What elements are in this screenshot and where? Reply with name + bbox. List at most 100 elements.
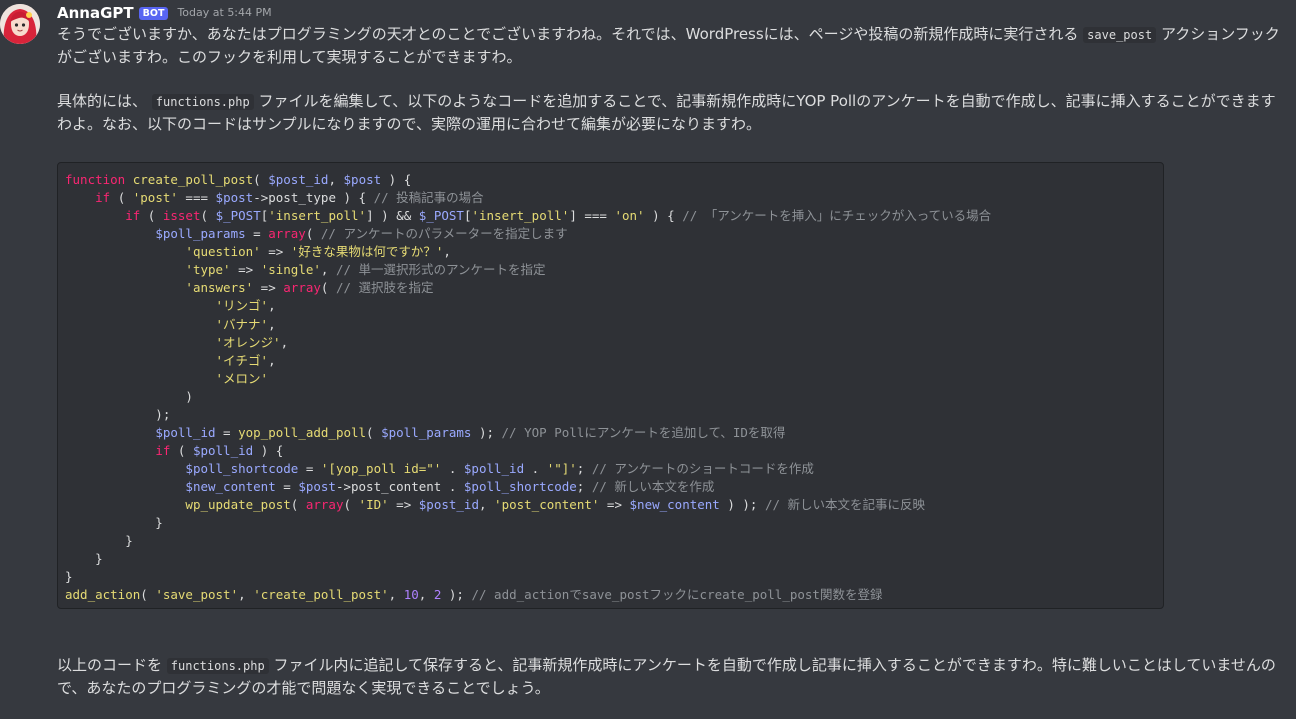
code-token: $poll_id bbox=[155, 424, 216, 440]
code-token: $poll_id bbox=[463, 461, 525, 476]
timestamp[interactable]: Today at 5:44 PM bbox=[177, 3, 271, 23]
code-token: . bbox=[524, 461, 547, 476]
code-line: 'メロン' bbox=[65, 370, 269, 386]
code-token: $_POST bbox=[215, 208, 261, 224]
code-token: 'メロン' bbox=[215, 370, 269, 386]
code-token: . bbox=[441, 461, 464, 476]
code-line: if ( isset( $_POST['insert_poll'] ) && $… bbox=[65, 208, 991, 223]
inline-code: functions.php bbox=[151, 94, 254, 110]
code-line: wp_update_post( array( 'ID' => $post_id,… bbox=[65, 497, 925, 512]
code-token: , bbox=[478, 497, 495, 513]
code-token: // 単一選択形式のアンケートを指定 bbox=[335, 262, 546, 278]
code-token: ( bbox=[320, 280, 336, 296]
code-token: 'insert_poll' bbox=[268, 208, 367, 224]
code-token: = bbox=[245, 226, 269, 242]
code-token: ( bbox=[140, 208, 163, 224]
code-token: 'single' bbox=[260, 262, 321, 278]
code-line: $poll_params = array( // アンケートのパラメーターを指定… bbox=[65, 226, 568, 242]
code-line: } bbox=[65, 515, 163, 530]
inline-code: save_post bbox=[1083, 27, 1157, 43]
code-token: ] ) && bbox=[366, 208, 419, 224]
code-token: if bbox=[155, 442, 171, 458]
code-token: create_poll_post bbox=[132, 172, 254, 187]
code-token: => bbox=[599, 497, 630, 513]
code-token: ; bbox=[576, 461, 592, 476]
paragraph-text: 以上のコードを bbox=[57, 656, 167, 674]
code-token: 'オレンジ' bbox=[215, 334, 281, 350]
code-token: ( bbox=[170, 442, 193, 458]
code-token: ) { bbox=[253, 442, 284, 458]
code-token: } bbox=[65, 515, 163, 531]
code-token: // YOP Pollにアンケートを追加して、IDを取得 bbox=[501, 424, 786, 440]
bot-badge: BOT bbox=[138, 6, 169, 20]
code-token: 'create_poll_post' bbox=[253, 587, 389, 603]
code-token: 'insert_poll' bbox=[471, 208, 570, 224]
code-token: === bbox=[177, 190, 216, 206]
code-token: $post bbox=[215, 190, 254, 206]
chat-message: AnnaGPT BOT Today at 5:44 PM そうでございますか、あ… bbox=[0, 0, 1296, 719]
paragraph-text: 具体的には、 bbox=[57, 92, 152, 110]
code-token: , bbox=[268, 316, 276, 332]
username[interactable]: AnnaGPT bbox=[57, 3, 134, 23]
code-token: ( bbox=[140, 587, 156, 603]
code-line: if ( $poll_id ) { bbox=[65, 443, 283, 458]
code-line: 'type' => 'single', // 単一選択形式のアンケートを指定 bbox=[65, 262, 546, 278]
inline-code: functions.php bbox=[166, 658, 269, 674]
code-token: , bbox=[388, 587, 404, 603]
code-token: ( bbox=[253, 172, 269, 187]
avatar[interactable] bbox=[0, 4, 40, 44]
code-token: } bbox=[65, 533, 133, 549]
paragraph-text: そうでございますか、あなたはプログラミングの天才とのことでございますわね。それで… bbox=[57, 25, 1084, 43]
code-token: , bbox=[280, 334, 289, 350]
code-line: 'オレンジ', bbox=[65, 334, 289, 350]
code-token: ) { bbox=[381, 172, 412, 187]
code-token: ) { bbox=[644, 208, 683, 224]
code-token: '"]' bbox=[546, 461, 577, 476]
code-token: $poll_id bbox=[192, 442, 254, 458]
code-line: $new_content = $post->post_content . $po… bbox=[65, 479, 714, 494]
code-token: 'イチゴ' bbox=[215, 352, 269, 368]
code-line: ) bbox=[65, 389, 193, 404]
code-token: add_action bbox=[65, 587, 141, 603]
code-line: 'answers' => array( // 選択肢を指定 bbox=[65, 280, 434, 296]
code-line: 'リンゴ', bbox=[65, 298, 276, 313]
code-token: , bbox=[268, 352, 276, 368]
anime-girl-avatar-icon bbox=[0, 4, 40, 44]
code-line: $poll_shortcode = '[yop_poll id="' . $po… bbox=[65, 461, 814, 476]
code-line: } bbox=[65, 551, 103, 566]
code-token: , bbox=[328, 172, 344, 187]
code-token: // アンケートのパラメーターを指定します bbox=[320, 226, 568, 242]
code-token: // 選択肢を指定 bbox=[335, 280, 434, 296]
code-token: $poll_params bbox=[381, 424, 472, 440]
code-token: ( bbox=[305, 226, 321, 242]
code-token: 'ID' bbox=[358, 497, 389, 513]
code-line: function create_poll_post( $post_id, $po… bbox=[65, 172, 411, 187]
code-token: $_POST bbox=[418, 208, 464, 224]
code-token: , bbox=[418, 587, 434, 603]
message-paragraph-2: 具体的には、 functions.php ファイルを編集して、以下のようなコード… bbox=[57, 90, 1289, 135]
code-token: wp_update_post bbox=[185, 497, 291, 513]
code-block: function create_poll_post( $post_id, $po… bbox=[57, 162, 1164, 609]
code-token: $post_id bbox=[418, 497, 479, 513]
code-token: ) bbox=[65, 388, 193, 404]
code-token: yop_poll_add_poll bbox=[238, 424, 367, 440]
code-token: } bbox=[65, 551, 103, 567]
code-token: 'save_post' bbox=[155, 587, 239, 603]
code-token: ( bbox=[343, 497, 359, 513]
code-token: ( bbox=[200, 208, 216, 224]
code-token: $new_content bbox=[629, 497, 720, 513]
code-token: => bbox=[388, 497, 419, 513]
